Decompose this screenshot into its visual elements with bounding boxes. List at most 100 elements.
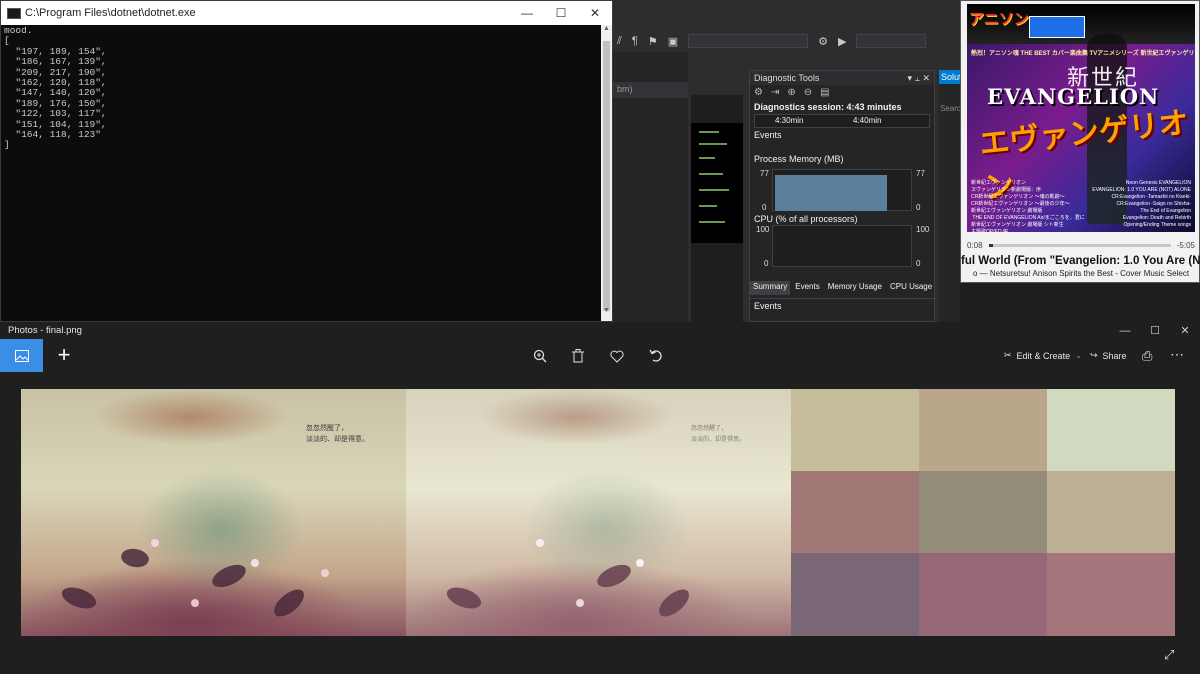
- photos-window: Photos - final.png — ☐ ✕ + ✂ Edit & Crea…: [0, 322, 1200, 674]
- cover-tracks-right: Neon Genesis EVANGELION EVANGELION: 1.0 …: [1092, 180, 1191, 228]
- music-mini-player[interactable]: アニソン 熱烈！アニソン魂 THE BEST カバー楽曲集 TVアニメシリーズ …: [960, 0, 1200, 283]
- cover-subtitle: 熱烈！アニソン魂 THE BEST カバー楽曲集 TVアニメシリーズ 新世紀エヴ…: [971, 51, 1195, 57]
- comment-icon[interactable]: ⫽: [617, 35, 622, 48]
- song-title: ful World (From "Evangelion: 1.0 You Are…: [961, 255, 1200, 267]
- maximize-icon[interactable]: ☐: [1140, 324, 1170, 337]
- memory-min-left: 0: [762, 203, 767, 212]
- solution-search[interactable]: Searc: [939, 84, 961, 113]
- cover-tracks-left: 新世紀エヴァンゲリオン ヱヴァンゲリヲン新劇場版：序 CR新世紀エヴァンゲリオン…: [971, 180, 1085, 232]
- build-icon[interactable]: ▣: [668, 35, 678, 48]
- color-palette-grid: [791, 389, 1175, 636]
- delete-icon[interactable]: [568, 346, 588, 366]
- console-app-icon: [7, 7, 21, 19]
- edit-create-label: Edit & Create: [1016, 350, 1071, 361]
- diagnostic-header: Diagnostic Tools ▾ ⫠ ✕: [750, 71, 934, 85]
- console-output: mood. [ "197, 189, 154", "186, 167, 139"…: [4, 25, 107, 151]
- zoom-out-icon[interactable]: ⊖: [804, 87, 812, 99]
- cpu-chart[interactable]: [772, 225, 912, 267]
- seek-fill: [988, 243, 994, 247]
- format-icon[interactable]: ¶: [632, 35, 638, 47]
- cpu-max-left: 100: [756, 225, 770, 234]
- memory-max-right: 77: [916, 169, 925, 178]
- cpu-label[interactable]: CPU (% of all processors): [750, 213, 862, 225]
- close-icon[interactable]: ✕: [578, 1, 612, 25]
- rotate-icon[interactable]: [646, 346, 666, 366]
- print-icon[interactable]: ⎙: [1142, 339, 1152, 372]
- tab-memory-usage[interactable]: Memory Usage: [825, 281, 885, 295]
- visual-studio-window: ⫽ ¶ ⚑ ▣ ⚙ ▶ bm) ✚ ⚠ Diagnostic Tools ▾ ⫠…: [613, 0, 961, 322]
- export-icon[interactable]: ⇥: [771, 87, 779, 99]
- photos-title: Photos - final.png: [8, 325, 82, 336]
- more-options-icon[interactable]: ⋯: [1170, 339, 1184, 372]
- poem-text-filtered: 忽忽然醒了， 淡淡的、却是得意。: [691, 425, 746, 443]
- timeline-ruler[interactable]: 4:30min 4:40min: [754, 114, 930, 128]
- filtered-photo: 忽忽然醒了， 淡淡的、却是得意。: [406, 389, 791, 636]
- console-title: C:\Program Files\dotnet\dotnet.exe: [25, 7, 196, 19]
- editor-area: bm): [613, 52, 688, 322]
- palette-swatch: [1047, 389, 1175, 471]
- target-dropdown[interactable]: [856, 34, 927, 48]
- elapsed-time: 0:08: [967, 240, 983, 250]
- code-minimap[interactable]: [691, 95, 743, 322]
- memory-max-left: 77: [760, 169, 769, 178]
- minimize-icon[interactable]: —: [510, 1, 544, 25]
- memory-bar: [775, 175, 887, 211]
- bookmark-icon[interactable]: ⚑: [648, 35, 658, 48]
- photos-titlebar[interactable]: Photos - final.png — ☐ ✕: [0, 322, 1200, 339]
- playback-timebar: 0:08 -5:05: [967, 238, 1195, 252]
- scroll-down-icon[interactable]: ▼: [601, 307, 612, 321]
- vs-toolbar: ⫽ ¶ ⚑ ▣ ⚙ ▶: [613, 30, 960, 52]
- config-dropdown[interactable]: [688, 34, 809, 48]
- memory-chart[interactable]: [772, 169, 912, 211]
- remaining-time: -5:05: [1176, 240, 1195, 250]
- fullscreen-icon[interactable]: ⤢: [1164, 647, 1174, 663]
- zoom-in-icon[interactable]: ⊕: [787, 87, 795, 99]
- panel-controls[interactable]: ▾ ⫠ ✕: [907, 73, 930, 83]
- palette-swatch: [919, 389, 1047, 471]
- close-icon[interactable]: ✕: [1170, 324, 1200, 337]
- palette-swatch: [1047, 471, 1175, 553]
- console-titlebar[interactable]: C:\Program Files\dotnet\dotnet.exe — ☐ ✕: [1, 1, 612, 25]
- poem-text-original: 忽忽然醒了， 淡淡的、却是得意。: [306, 424, 369, 443]
- share-label: Share: [1102, 350, 1127, 361]
- diagnostic-tabs: Summary Events Memory Usage CPU Usage: [750, 281, 936, 295]
- photos-toolbar: + ✂ Edit & Create ⌄ ↪ Share ⎙ ⋯: [0, 339, 1200, 372]
- palette-swatch: [791, 471, 919, 553]
- image-icon: [14, 349, 29, 362]
- photo-canvas[interactable]: 忽忽然醒了， 淡淡的、却是得意。 忽忽然醒了， 淡淡的、却是得意。: [21, 389, 1175, 636]
- play-icon[interactable]: ▶: [838, 35, 846, 48]
- cpu-max-right: 100: [916, 225, 930, 234]
- minimize-icon[interactable]: —: [1110, 325, 1140, 337]
- console-scrollbar[interactable]: ▲ ▼: [601, 25, 612, 321]
- reset-view-icon[interactable]: ▤: [820, 87, 829, 99]
- edit-create-button[interactable]: ✂ Edit & Create ⌄: [1004, 339, 1082, 372]
- diagnostic-title: Diagnostic Tools: [754, 73, 820, 83]
- console-window[interactable]: C:\Program Files\dotnet\dotnet.exe — ☐ ✕…: [0, 0, 613, 322]
- scroll-up-icon[interactable]: ▲: [601, 25, 612, 39]
- solution-explorer-tab[interactable]: Soluti: [939, 70, 960, 84]
- seek-slider[interactable]: [988, 243, 1171, 247]
- minimap-viewport[interactable]: [691, 123, 743, 243]
- add-icon[interactable]: +: [50, 339, 78, 372]
- timeline-label-2: 4:40min: [853, 116, 882, 125]
- settings-icon[interactable]: ⚙: [754, 87, 763, 99]
- tab-cpu-usage[interactable]: CPU Usage: [887, 281, 935, 295]
- maximize-icon[interactable]: ☐: [544, 1, 578, 25]
- palette-swatch: [919, 471, 1047, 553]
- collection-button[interactable]: [0, 339, 43, 372]
- memory-label[interactable]: Process Memory (MB): [750, 153, 934, 165]
- zoom-icon[interactable]: [530, 346, 550, 366]
- events-label[interactable]: Events: [750, 129, 934, 141]
- timeline-label-1: 4:30min: [775, 116, 804, 125]
- tab-events[interactable]: Events: [792, 281, 822, 295]
- tab-summary[interactable]: Summary: [750, 281, 791, 295]
- scroll-thumb[interactable]: [603, 41, 610, 311]
- cover-logo: アニソン: [969, 10, 1029, 28]
- cpu-min-left: 0: [764, 259, 769, 268]
- events-section-title: Events: [750, 298, 936, 313]
- attach-icon[interactable]: ⚙: [818, 35, 828, 48]
- favorite-icon[interactable]: [607, 346, 627, 366]
- share-button[interactable]: ↪ Share: [1090, 339, 1127, 372]
- edit-icon: ✂: [1004, 350, 1012, 360]
- members-dropdown[interactable]: bm): [613, 82, 688, 98]
